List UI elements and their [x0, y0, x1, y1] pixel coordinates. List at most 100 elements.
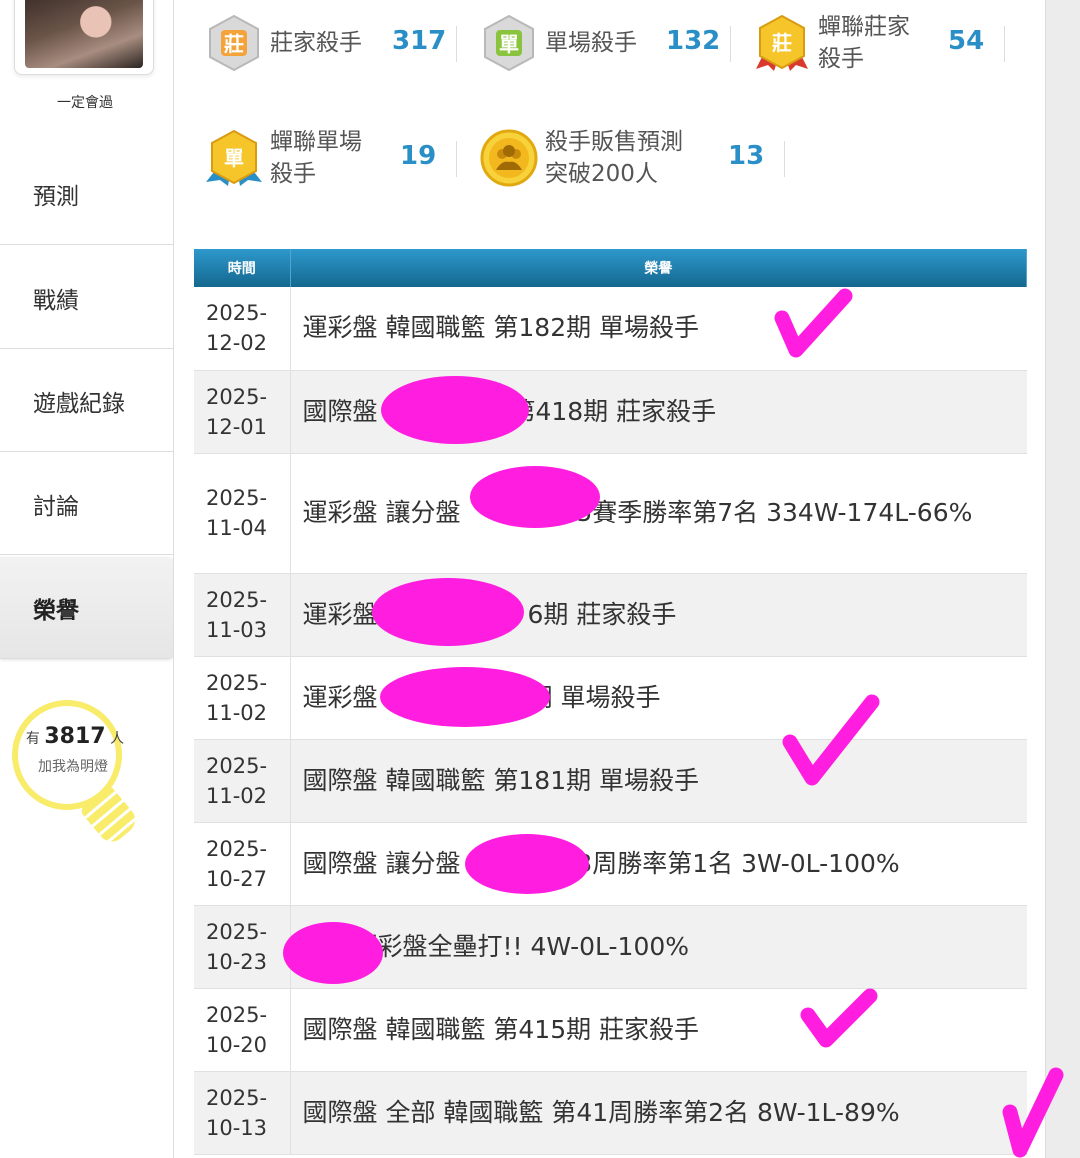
date-year: 2025-	[206, 836, 268, 861]
nav-item-honors[interactable]: 榮譽	[0, 557, 174, 659]
table-row: 2025- 12-01 國際盤 第418期 莊家殺手	[194, 370, 1027, 454]
date-monthday: 10-13	[206, 1115, 268, 1140]
row-honor: 國際盤 全部 韓國職籃 第41周勝率第2名 8W-1L-89%	[290, 1071, 1027, 1155]
honors-panel: 莊 莊家殺手 317 單 單場殺手 132 莊 蟬聯莊家 殺手 54 單 蟬聯單…	[174, 0, 1046, 1158]
nickname: 一定會過	[57, 95, 113, 111]
avatar[interactable]	[14, 0, 154, 75]
date-monthday: 11-02	[206, 700, 268, 725]
dan-badge-icon: 單	[479, 13, 539, 73]
row-date: 2025- 11-02	[194, 656, 291, 740]
badge-count: 54	[948, 26, 985, 56]
table-row: 2025- 12-02 運彩盤 韓國職籃 第182期 單場殺手	[194, 287, 1027, 371]
column-header-honor: 榮譽	[290, 249, 1027, 287]
date-year: 2025-	[206, 1085, 268, 1110]
nav-item-predictions[interactable]: 預測	[0, 143, 174, 245]
row-date: 2025- 10-23	[194, 905, 291, 989]
table-row: 2025- 10-20 國際盤 韓國職籃 第415期 莊家殺手	[194, 988, 1027, 1072]
nav-item-discussion[interactable]: 討論	[0, 453, 174, 555]
row-date: 2025- 11-02	[194, 739, 291, 823]
date-year: 2025-	[206, 301, 268, 326]
badge-consecutive-single-killer: 單 蟬聯單場 殺手	[204, 128, 362, 188]
follower-prefix: 有	[25, 731, 40, 747]
date-monthday: 12-02	[206, 331, 268, 356]
row-date: 2025- 11-04	[194, 453, 291, 574]
date-monthday: 10-20	[206, 1032, 268, 1057]
badge-label-line: 殺手	[818, 46, 864, 72]
svg-text:單: 單	[224, 146, 244, 170]
row-date: 2025- 10-20	[194, 988, 291, 1072]
nav-label: 預測	[33, 183, 79, 210]
follower-suffix: 人	[110, 731, 125, 747]
nav-label: 遊戲紀錄	[33, 390, 125, 417]
row-honor: 運彩盤 期 單場殺手	[290, 656, 1027, 740]
chanlian-zhuang-badge-icon: 莊	[752, 13, 812, 73]
table-row: 2025- 11-02 國際盤 韓國職籃 第181期 單場殺手	[194, 739, 1027, 823]
row-date: 2025- 12-01	[194, 370, 291, 454]
badge-label-line: 殺手	[270, 161, 316, 187]
badge-label: 蟬聯莊家 殺手	[818, 11, 910, 75]
nav-item-record[interactable]: 戰績	[0, 247, 174, 349]
table-row: 2025- 10-27 國際盤 讓分盤 43周勝率第1名 3W-0L-100%	[194, 822, 1027, 906]
date-monthday: 12-01	[206, 414, 268, 439]
avatar-image	[25, 0, 143, 68]
badge-label-line: 蟬聯莊家	[818, 14, 910, 40]
badge-count: 19	[400, 141, 437, 171]
row-date: 2025- 11-03	[194, 573, 291, 657]
badge-sales-milestone: 殺手販售預測 突破200人	[479, 128, 683, 188]
date-year: 2025-	[206, 1002, 268, 1027]
date-monthday: 11-04	[206, 516, 268, 540]
sales-medal-icon	[479, 128, 539, 188]
table-row: 2025- 11-03 運彩盤 6期 莊家殺手	[194, 573, 1027, 657]
svg-text:單: 單	[499, 32, 519, 56]
badge-label: 單場殺手	[545, 30, 637, 56]
table-row: 2025- 10-13 國際盤 全部 韓國職籃 第41周勝率第2名 8W-1L-8…	[194, 1071, 1027, 1155]
date-monthday: 10-23	[206, 949, 268, 974]
follower-number: 3817	[44, 724, 106, 749]
row-honor: 國際盤 第418期 莊家殺手	[290, 370, 1027, 454]
row-honor: 運彩盤 韓國職籃 第182期 單場殺手	[290, 287, 1027, 371]
date-year: 2025-	[206, 486, 268, 510]
badge-label-line: 突破200人	[545, 161, 658, 187]
honors-table: 時間 榮譽 2025- 12-02 運彩盤 韓國職籃 第182期 單場殺手 202…	[194, 249, 1027, 1155]
row-honor: 國際盤 韓國職籃 第181期 單場殺手	[290, 739, 1027, 823]
badge-consecutive-zhuang-killer: 莊 蟬聯莊家 殺手	[752, 13, 910, 73]
nav-label: 戰績	[33, 287, 79, 314]
svg-text:莊: 莊	[224, 32, 244, 56]
badge-label: 莊家殺手	[270, 30, 362, 56]
badge-label-line: 殺手販售預測	[545, 129, 683, 155]
divider	[456, 26, 457, 62]
date-year: 2025-	[206, 670, 268, 695]
zhuang-badge-icon: 莊	[204, 13, 264, 73]
row-honor: 運彩盤 讓分盤 25賽季勝率第7名 334W-174L-66%	[290, 453, 1027, 574]
follower-count: 有 3817 人	[20, 724, 130, 749]
table-row: 2025- 11-04 運彩盤 讓分盤 25賽季勝率第7名 334W-174L-6…	[194, 453, 1027, 574]
bulb-icon	[12, 700, 122, 810]
follow-label: 加我為明燈	[38, 759, 108, 775]
row-date: 2025- 10-27	[194, 822, 291, 906]
divider	[456, 141, 457, 177]
date-monthday: 10-27	[206, 866, 268, 891]
follow-bulb-button[interactable]: 有 3817 人 加我為明燈	[12, 700, 141, 850]
row-honor: 運彩盤全壘打!! 4W-0L-100%	[290, 905, 1027, 989]
nav-label: 榮譽	[33, 597, 79, 624]
row-honor: 運彩盤 6期 莊家殺手	[290, 573, 1027, 657]
badge-label: 蟬聯單場 殺手	[270, 126, 362, 190]
badge-zhuang-killer: 莊 莊家殺手	[204, 13, 362, 73]
nav-item-game-log[interactable]: 遊戲紀錄	[0, 350, 174, 452]
chanlian-dan-badge-icon: 單	[204, 128, 264, 188]
row-date: 2025- 12-02	[194, 287, 291, 371]
row-honor: 國際盤 讓分盤 43周勝率第1名 3W-0L-100%	[290, 822, 1027, 906]
row-date: 2025- 10-13	[194, 1071, 291, 1155]
badge-count: 317	[392, 26, 447, 56]
table-row: 2025- 10-23 運彩盤全壘打!! 4W-0L-100%	[194, 905, 1027, 989]
date-year: 2025-	[206, 384, 268, 409]
date-year: 2025-	[206, 919, 268, 944]
badge-count: 132	[666, 26, 721, 56]
nav-label: 討論	[33, 493, 79, 520]
divider	[784, 141, 785, 177]
row-honor: 國際盤 韓國職籃 第415期 莊家殺手	[290, 988, 1027, 1072]
date-monthday: 11-02	[206, 783, 268, 808]
divider	[1004, 26, 1005, 62]
table-row: 2025- 11-02 運彩盤 期 單場殺手	[194, 656, 1027, 740]
badge-label: 殺手販售預測 突破200人	[545, 126, 683, 190]
